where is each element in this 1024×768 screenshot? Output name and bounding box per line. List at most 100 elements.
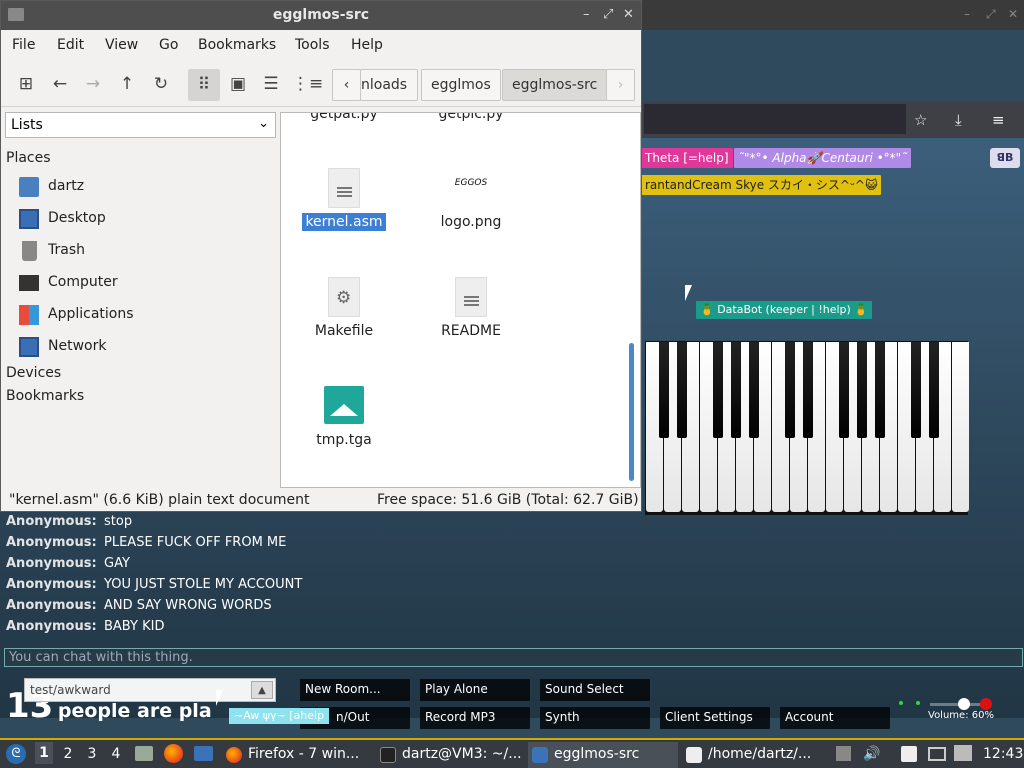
url-bar[interactable] bbox=[644, 104, 906, 134]
piano-white-key[interactable] bbox=[952, 342, 969, 512]
new-room-button[interactable]: New Room... bbox=[300, 679, 410, 701]
piano-black-key[interactable] bbox=[785, 342, 795, 438]
desktop-launcher-icon[interactable] bbox=[194, 746, 213, 761]
hamburger-menu-icon[interactable]: ≡ bbox=[992, 111, 1005, 129]
menu-bookmarks[interactable]: Bookmarks bbox=[198, 37, 276, 53]
firefox-launcher-icon[interactable] bbox=[164, 744, 183, 763]
path-scroll-left-icon[interactable]: ‹ bbox=[332, 69, 361, 101]
forward-arrow-icon[interactable]: → bbox=[80, 71, 106, 97]
chat-input[interactable]: You can chat with this thing. bbox=[4, 648, 1023, 667]
task-terminal[interactable]: dartz@VM3: ~/... bbox=[376, 742, 524, 768]
piano-black-key[interactable] bbox=[731, 342, 741, 438]
side-pane-mode-select[interactable]: Lists ⌄ bbox=[5, 112, 276, 138]
piano-keyboard[interactable] bbox=[645, 341, 969, 515]
account-button[interactable]: Account bbox=[780, 707, 890, 729]
piano-black-key[interactable] bbox=[929, 342, 939, 438]
menu-view[interactable]: View bbox=[105, 37, 138, 53]
nametag[interactable]: ˜"*°• Alpha🚀Centauri •°*"˜ bbox=[734, 148, 912, 168]
devices-heading[interactable]: Devices bbox=[6, 365, 61, 381]
file-item-selected[interactable]: kernel.asm bbox=[294, 168, 394, 231]
file-item[interactable]: ⚙ Makefile bbox=[294, 277, 394, 340]
workspace-1[interactable]: 1 bbox=[35, 742, 53, 764]
task-firefox[interactable]: Firefox - 7 win... bbox=[222, 742, 372, 768]
places-heading[interactable]: Places bbox=[6, 150, 51, 166]
sidebar-item-home[interactable]: dartz bbox=[19, 174, 274, 202]
icon-view-icon[interactable]: ⠿ bbox=[188, 69, 220, 101]
nametag[interactable]: 🍍 DataBot (keeper | !help) 🍍 bbox=[696, 301, 872, 319]
nametag[interactable]: Theta [=help] bbox=[641, 148, 733, 168]
reload-icon[interactable]: ↻ bbox=[148, 71, 174, 97]
sidebar-item-desktop[interactable]: Desktop bbox=[19, 206, 274, 234]
dropdown-arrow-icon[interactable]: ▲ bbox=[251, 681, 273, 699]
display-icon[interactable] bbox=[928, 747, 946, 761]
minimize-icon[interactable]: – bbox=[964, 7, 970, 21]
piano-black-key[interactable] bbox=[803, 342, 813, 438]
path-segment-current[interactable]: egglmos-src bbox=[502, 69, 608, 101]
tray-app-icon[interactable] bbox=[836, 746, 851, 761]
minimize-icon[interactable]: – bbox=[583, 7, 590, 22]
bookmarks-heading[interactable]: Bookmarks bbox=[6, 388, 84, 404]
sidebar-item-trash[interactable]: Trash bbox=[19, 238, 274, 266]
window-titlebar[interactable]: egglmos-src – ⤢ ✕ bbox=[1, 1, 641, 30]
piano-black-key[interactable] bbox=[875, 342, 885, 438]
menu-edit[interactable]: Edit bbox=[57, 37, 84, 53]
new-tab-icon[interactable]: ⊞ bbox=[13, 71, 39, 97]
task-file-manager[interactable]: egglmos-src bbox=[528, 742, 678, 768]
scrollbar[interactable] bbox=[629, 343, 634, 481]
file-item[interactable]: tmp.tga bbox=[294, 386, 394, 449]
menu-tools[interactable]: Tools bbox=[295, 37, 330, 53]
piano-black-key[interactable] bbox=[677, 342, 687, 438]
sidebar-item-applications[interactable]: Applications bbox=[19, 302, 274, 330]
piano-black-key[interactable] bbox=[839, 342, 849, 438]
menu-help[interactable]: Help bbox=[351, 37, 383, 53]
clock[interactable]: 12:43 bbox=[983, 746, 1023, 762]
path-segment[interactable]: nloads bbox=[360, 69, 418, 101]
menu-file[interactable]: File bbox=[12, 37, 35, 53]
maximize-icon[interactable]: ⤢ bbox=[986, 7, 996, 22]
path-scroll-right-icon[interactable]: › bbox=[606, 69, 635, 101]
volume-icon[interactable]: 🔊 bbox=[863, 746, 880, 762]
file-item[interactable]: EGGOS logo.png bbox=[421, 168, 521, 231]
workspace-2[interactable]: 2 bbox=[59, 746, 77, 762]
file-item[interactable]: getpat.py bbox=[294, 113, 394, 123]
sound-select-button[interactable]: Sound Select bbox=[540, 679, 650, 701]
file-manager-launcher-icon[interactable] bbox=[135, 746, 153, 761]
list-view-icon[interactable]: ⋮≡ bbox=[292, 71, 323, 97]
volume-slider[interactable] bbox=[930, 698, 986, 710]
menu-toggle-icon[interactable]: ꓭB bbox=[990, 148, 1020, 168]
maximize-icon[interactable]: ⤢ bbox=[603, 7, 613, 22]
record-mp3-button[interactable]: Record MP3 bbox=[420, 707, 530, 729]
synth-button[interactable]: Synth bbox=[540, 707, 650, 729]
file-item[interactable]: README bbox=[421, 277, 521, 340]
workspace-4[interactable]: 4 bbox=[107, 746, 125, 762]
volume-knob[interactable] bbox=[957, 698, 970, 710]
file-view[interactable]: getpat.py getpic.py kernel.asm EGGOS log… bbox=[280, 112, 641, 488]
piano-black-key[interactable] bbox=[749, 342, 759, 438]
network-tray-icon[interactable] bbox=[954, 745, 972, 761]
client-settings-button[interactable]: Client Settings bbox=[660, 707, 770, 729]
clipboard-icon[interactable] bbox=[901, 746, 917, 762]
play-alone-button[interactable]: Play Alone bbox=[420, 679, 530, 701]
path-segment[interactable]: egglmos bbox=[421, 69, 501, 101]
menu-go[interactable]: Go bbox=[159, 37, 178, 53]
start-menu-icon[interactable]: ᘓ bbox=[6, 744, 26, 764]
close-icon[interactable]: ✕ bbox=[1008, 7, 1018, 21]
piano-black-key[interactable] bbox=[659, 342, 669, 438]
piano-black-key[interactable] bbox=[857, 342, 867, 438]
room-select[interactable]: test/awkward ▲ bbox=[24, 678, 276, 702]
sidebar-item-network[interactable]: Network bbox=[19, 334, 274, 362]
nametag[interactable]: rantandCream Skye スカイ・シス^ᵕ^😺 bbox=[641, 175, 882, 195]
close-icon[interactable]: ✕ bbox=[623, 7, 634, 22]
file-item[interactable]: getpic.py bbox=[421, 113, 521, 123]
thumbnail-view-icon[interactable]: ▣ bbox=[225, 71, 251, 97]
download-icon[interactable]: ⤓ bbox=[955, 111, 962, 129]
sidebar-item-computer[interactable]: Computer bbox=[19, 270, 274, 298]
back-arrow-icon[interactable]: ← bbox=[47, 71, 73, 97]
task-editor[interactable]: /home/dartz/... bbox=[682, 742, 828, 768]
piano-black-key[interactable] bbox=[911, 342, 921, 438]
workspace-3[interactable]: 3 bbox=[83, 746, 101, 762]
piano-black-key[interactable] bbox=[713, 342, 723, 438]
compact-view-icon[interactable]: ☰ bbox=[258, 71, 284, 97]
bookmark-star-icon[interactable]: ☆ bbox=[914, 111, 927, 129]
up-arrow-icon[interactable]: ↑ bbox=[114, 71, 140, 97]
